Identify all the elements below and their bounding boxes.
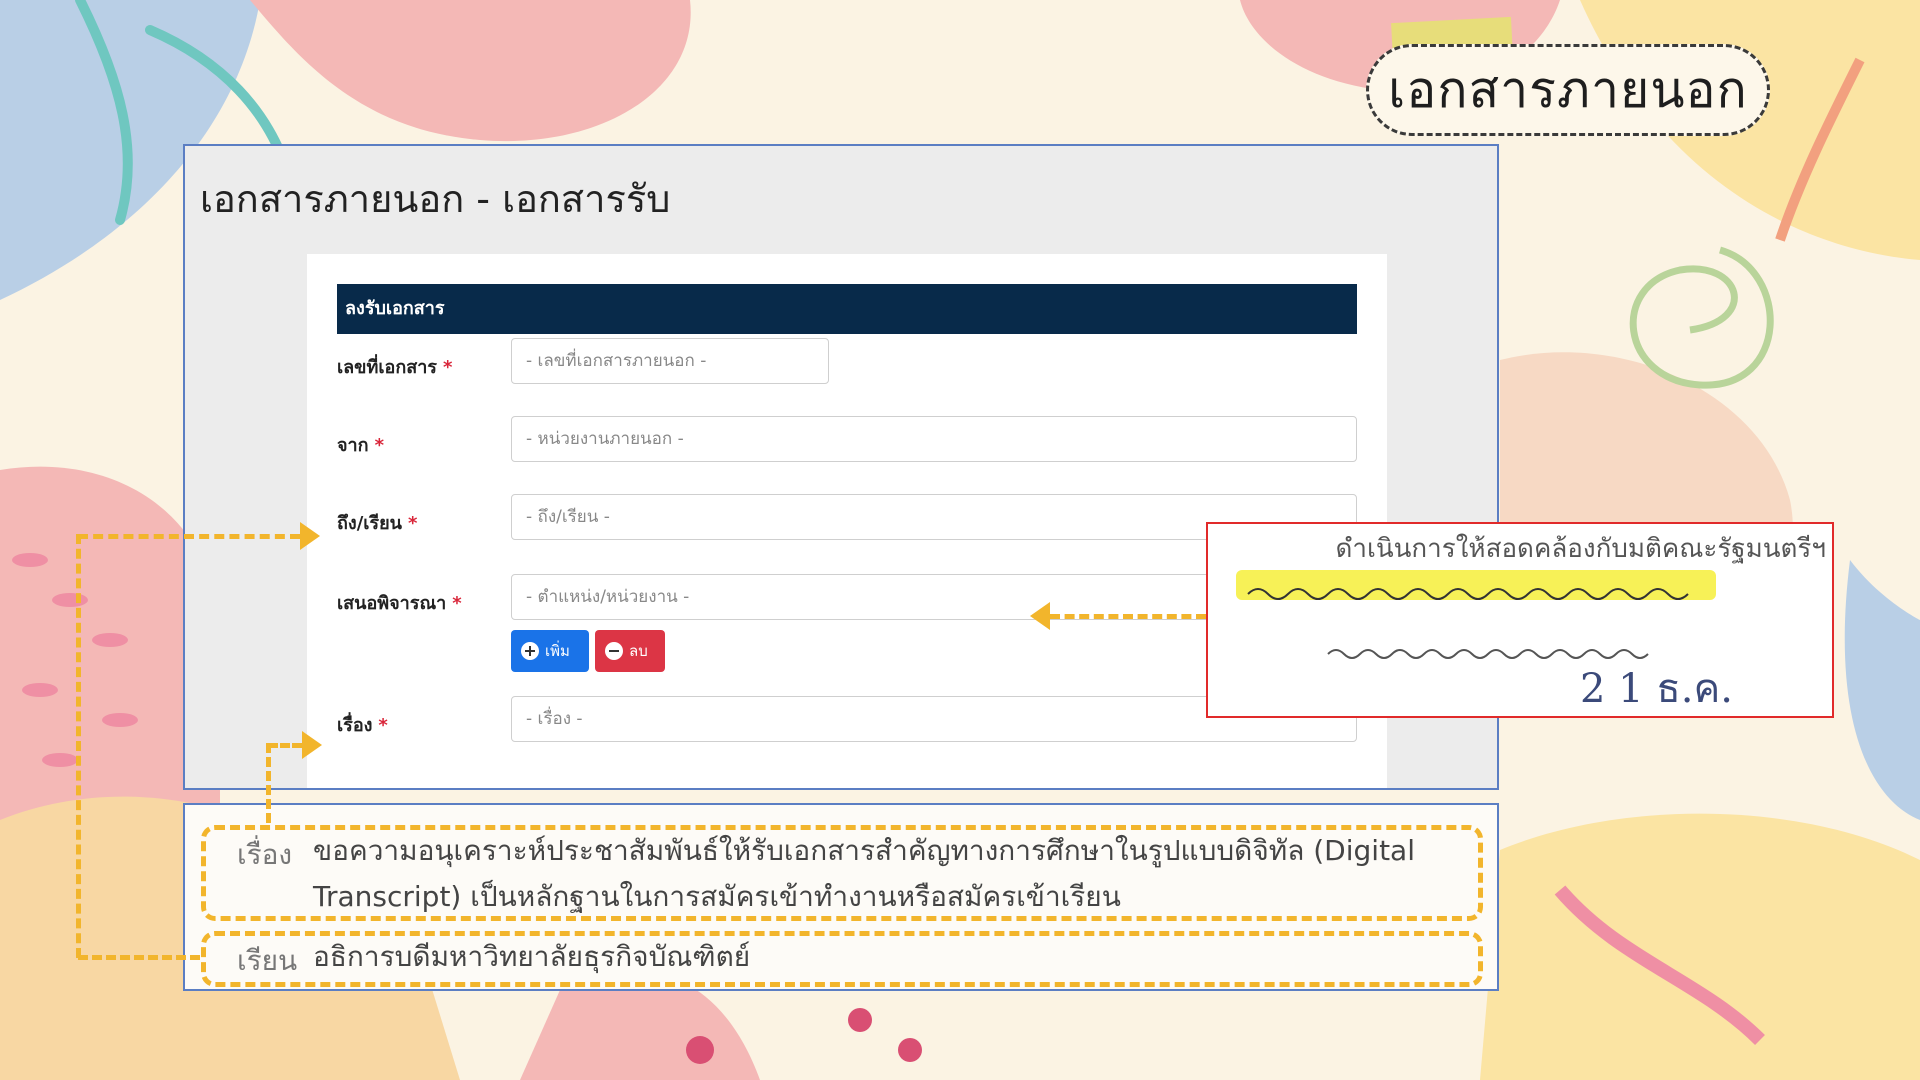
scanned-document-excerpt: ดำเนินการให้สอดคล้องกับมติคณะรัฐมนตรีฯ 2… <box>1206 522 1834 718</box>
handwritten-annotation <box>1247 588 1689 659</box>
doc-number-input[interactable]: - เลขที่เอกสารภายนอก - <box>511 338 829 384</box>
letter-subject-line1: ขอความอนุเคราะห์ประชาสัมพันธ์ให้รับเอกสา… <box>313 834 1415 867</box>
delete-button[interactable]: ลบ <box>595 630 665 672</box>
field-label-doc-number: เลขที่เอกสาร * <box>337 357 453 378</box>
field-label-propose: เสนอพิจารณา * <box>337 593 462 614</box>
received-date-stamp: 2 1 ธ.ค. 2566 <box>1580 666 1733 712</box>
plus-circle-icon <box>521 642 539 660</box>
page-title: เอกสารภายนอก - เอกสารรับ <box>200 177 671 221</box>
field-label-to: ถึง/เรียน * <box>337 513 418 534</box>
minus-circle-icon <box>605 642 623 660</box>
section-badge: เอกสารภายนอก <box>1366 44 1770 136</box>
letter-to-label: เรียน <box>237 944 298 977</box>
form-header: ลงรับเอกสาร <box>337 284 1357 334</box>
letter-excerpt-panel: เรื่อง ขอความอนุเคราะห์ประชาสัมพันธ์ให้ร… <box>183 803 1499 991</box>
section-badge-title: เอกสารภายนอก <box>1388 60 1748 119</box>
add-button[interactable]: เพิ่ม <box>511 630 589 672</box>
field-label-subject: เรื่อง * <box>337 715 388 736</box>
letter-subject-label: เรื่อง <box>237 838 293 871</box>
letter-subject-line2: Transcript) เป็นหลักฐานในการสมัครเข้าทำง… <box>313 880 1121 913</box>
scan-text-line: ดำเนินการให้สอดคล้องกับมติคณะรัฐมนตรีฯ <box>1335 534 1826 564</box>
from-input[interactable]: - หน่วยงานภายนอก - <box>511 416 1357 462</box>
field-label-from: จาก * <box>337 435 384 456</box>
letter-to-text: อธิการบดีมหาวิทยาลัยธุรกิจบัณฑิตย์ <box>313 940 751 973</box>
